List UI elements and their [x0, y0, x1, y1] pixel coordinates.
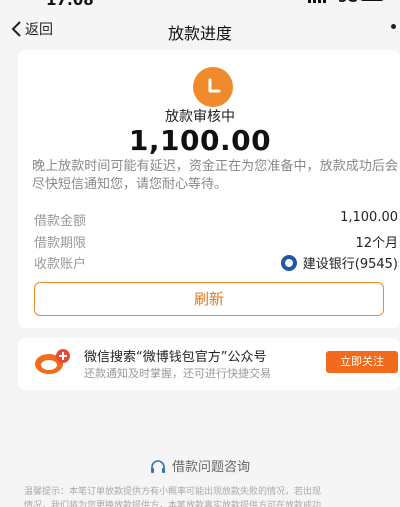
- follow-button[interactable]: 立即关注: [326, 351, 398, 373]
- footnote-line: 温馨提示：本笔订单放款提供方有小概率可能出现放款失败的情况，若出现: [24, 487, 322, 497]
- detail-row-term: 借款期限 12个月: [34, 232, 398, 252]
- loan-status-text: 放款审核中: [165, 109, 235, 125]
- detail-value: 1,100.00: [340, 210, 398, 225]
- promo-subtitle: 还款通知及时掌握，还可进行快捷交易: [84, 367, 271, 380]
- status-bar: 17:08 5G: [0, 0, 400, 9]
- headset-icon: [150, 460, 165, 473]
- detail-label: 收款账户: [34, 257, 87, 272]
- battery-icon: [360, 0, 384, 1]
- signal-icon: [308, 0, 328, 3]
- footnote: 温馨提示：本笔订单放款提供方有小概率可能出现放款失败的情况，若出现 情况，我们将…: [24, 485, 398, 507]
- status-notice: 晚上放款时间可能有延迟，资金正在为您准备中，放款成功后会尽快短信通知您，请您耐心…: [32, 159, 398, 192]
- account-text: 建设银行(9545): [302, 257, 398, 272]
- detail-value-account: 建设银行(9545): [280, 253, 398, 272]
- nav-bar: 返回 放款进度: [0, 8, 400, 48]
- detail-label: 借款期限: [34, 236, 87, 251]
- loan-help-link[interactable]: 借款问题咨询: [0, 456, 400, 475]
- ccb-bank-icon: [280, 255, 297, 271]
- help-label: 借款问题咨询: [171, 460, 250, 475]
- more-icon[interactable]: [391, 24, 396, 29]
- refresh-button[interactable]: 刷新: [34, 282, 384, 316]
- detail-label: 借款金额: [34, 214, 87, 229]
- network-type: 5G: [338, 0, 358, 6]
- detail-row-account: 收款账户 建设银行(9545): [34, 253, 398, 273]
- detail-row-amount: 借款金额 1,100.00: [34, 210, 398, 230]
- detail-value: 12个月: [355, 236, 398, 251]
- page-title: 放款进度: [167, 24, 232, 43]
- loan-amount: 1,100.00: [128, 124, 272, 157]
- loan-status-card: 放款审核中 1,100.00 晚上放款时间可能有延迟，资金正在为您准备中，放款成…: [18, 50, 400, 328]
- promo-title: 微信搜索“微博钱包官方”公众号: [84, 350, 267, 365]
- footnote-line: 情况，我们将为您更换放款提供方，本笔放款真实放款提供方可在放款成功: [24, 501, 322, 507]
- wechat-promo-card: 微信搜索“微博钱包官方”公众号 还款通知及时掌握，还可进行快捷交易 立即关注: [18, 338, 400, 390]
- weibo-wallet-logo-icon: [35, 349, 70, 374]
- clock-icon: [193, 67, 233, 107]
